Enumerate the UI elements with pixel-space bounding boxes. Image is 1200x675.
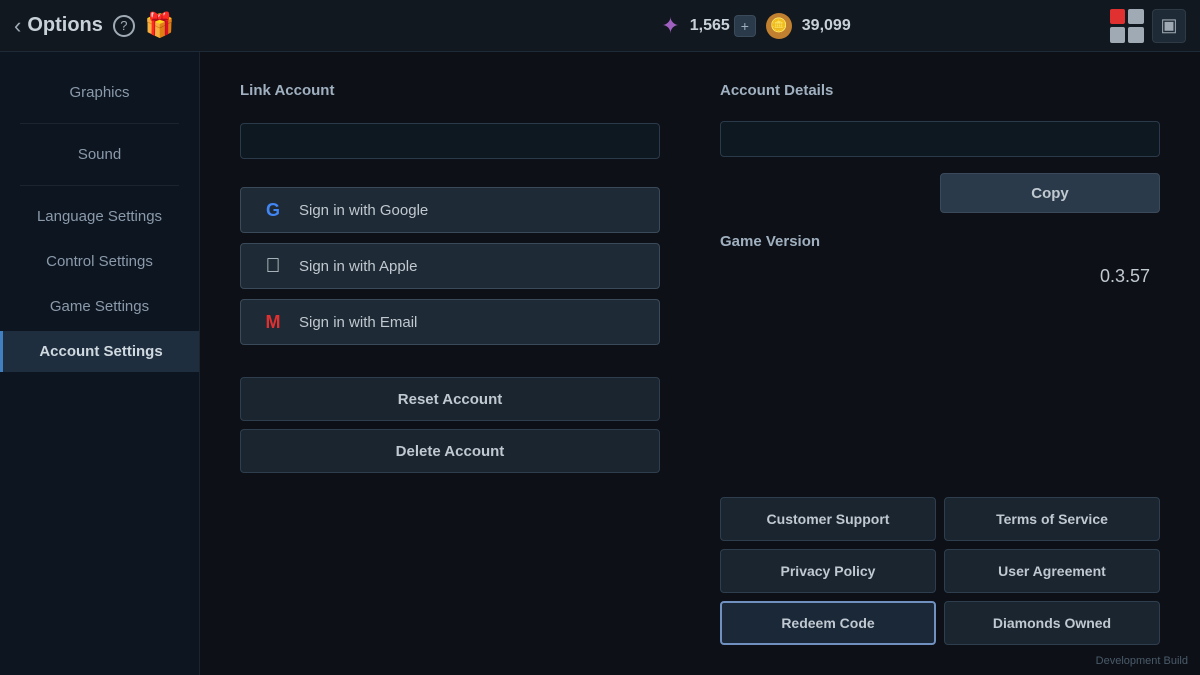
back-button[interactable]: ‹ Options <box>14 13 113 39</box>
grid-cell-4 <box>1128 27 1144 43</box>
sidebar-item-account[interactable]: Account Settings <box>0 331 199 372</box>
sign-in-google-label: Sign in with Google <box>299 202 428 219</box>
delete-account-button[interactable]: Delete Account <box>240 429 660 473</box>
diamonds-owned-label: Diamonds Owned <box>993 615 1111 631</box>
grid-cell-3 <box>1110 27 1126 43</box>
privacy-policy-label: Privacy Policy <box>781 563 876 579</box>
grid-menu-icon[interactable] <box>1110 9 1144 43</box>
sidebar: Graphics Sound Language Settings Control… <box>0 52 200 675</box>
sidebar-item-game[interactable]: Game Settings <box>0 286 199 327</box>
sign-in-email-button[interactable]: M Sign in with Email <box>240 299 660 345</box>
sidebar-divider-1 <box>20 123 179 124</box>
terms-of-service-button[interactable]: Terms of Service <box>944 497 1160 541</box>
left-panel: Link Account G Sign in with Google  Sig… <box>240 82 660 645</box>
main-layout: Graphics Sound Language Settings Control… <box>0 52 1200 675</box>
sidebar-item-graphics[interactable]: Graphics <box>0 72 199 113</box>
game-version-label: Game Version <box>720 233 1160 250</box>
page-title: Options <box>27 14 103 37</box>
diamonds-owned-button[interactable]: Diamonds Owned <box>944 601 1160 645</box>
sign-in-apple-label: Sign in with Apple <box>299 258 417 275</box>
account-details-label: Account Details <box>720 82 1160 99</box>
dev-build-label: Development Build <box>1096 655 1188 667</box>
sidebar-divider-2 <box>20 185 179 186</box>
game-version-section: Game Version 0.3.57 <box>720 233 1160 287</box>
sign-in-email-label: Sign in with Email <box>299 314 417 331</box>
link-account-label: Link Account <box>240 82 660 99</box>
customer-support-button[interactable]: Customer Support <box>720 497 936 541</box>
copy-button[interactable]: Copy <box>940 173 1160 213</box>
sidebar-item-language[interactable]: Language Settings <box>0 196 199 237</box>
bottom-buttons-grid: Customer Support Terms of Service Privac… <box>720 497 1160 645</box>
sidebar-item-sound[interactable]: Sound <box>0 134 199 175</box>
content-area: Link Account G Sign in with Google  Sig… <box>200 52 1200 675</box>
redeem-code-button[interactable]: Redeem Code <box>720 601 936 645</box>
sign-in-google-button[interactable]: G Sign in with Google <box>240 187 660 233</box>
account-action-buttons: Reset Account Delete Account <box>240 377 660 473</box>
game-version-value: 0.3.57 <box>720 266 1160 287</box>
customer-support-label: Customer Support <box>767 511 890 527</box>
link-account-input-row <box>240 123 660 159</box>
apple-icon:  <box>261 255 285 278</box>
google-icon: G <box>261 200 285 221</box>
sidebar-item-control[interactable]: Control Settings <box>0 241 199 282</box>
link-account-input[interactable] <box>240 123 660 159</box>
currency2-display: 39,099 <box>802 17 851 35</box>
copy-label: Copy <box>1031 185 1069 202</box>
sign-in-apple-button[interactable]:  Sign in with Apple <box>240 243 660 289</box>
delete-account-label: Delete Account <box>396 443 505 460</box>
nav-compass-icon[interactable]: ✦ <box>661 13 679 39</box>
back-arrow-icon: ‹ <box>14 13 21 39</box>
top-bar: ‹ Options ? 🎁 ✦ 1,565 + 🪙 39,099 ▣ <box>0 0 1200 52</box>
gift-icon[interactable]: 🎁 <box>145 11 175 40</box>
reset-account-button[interactable]: Reset Account <box>240 377 660 421</box>
profile-icon-button[interactable]: ▣ <box>1152 9 1186 43</box>
sign-in-buttons: G Sign in with Google  Sign in with App… <box>240 187 660 345</box>
user-agreement-label: User Agreement <box>998 563 1106 579</box>
right-panel: Account Details Copy Game Version 0.3.57… <box>720 82 1160 645</box>
currency2-value: 39,099 <box>802 17 851 35</box>
currency2-icon: 🪙 <box>766 13 792 39</box>
reset-account-label: Reset Account <box>398 391 502 408</box>
redeem-code-label: Redeem Code <box>781 615 874 631</box>
grid-cell-2 <box>1128 9 1144 25</box>
account-details-input[interactable] <box>720 121 1160 157</box>
currency1-value: 1,565 <box>690 17 730 35</box>
currency1-display: 1,565 + <box>690 15 756 37</box>
email-icon: M <box>261 312 285 333</box>
account-details-input-row <box>720 121 1160 157</box>
top-center: ✦ 1,565 + 🪙 39,099 <box>661 13 850 39</box>
currency1-add-button[interactable]: + <box>734 15 756 37</box>
terms-of-service-label: Terms of Service <box>996 511 1108 527</box>
help-icon[interactable]: ? <box>113 15 135 37</box>
privacy-policy-button[interactable]: Privacy Policy <box>720 549 936 593</box>
user-agreement-button[interactable]: User Agreement <box>944 549 1160 593</box>
top-right-icons: ▣ <box>1110 9 1186 43</box>
grid-cell-1 <box>1110 9 1126 25</box>
